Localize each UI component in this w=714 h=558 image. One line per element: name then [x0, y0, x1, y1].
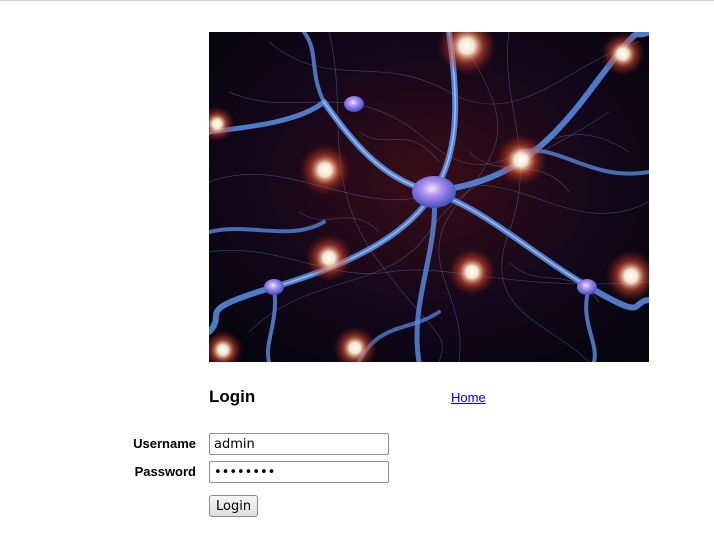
- login-heading: Login: [209, 387, 256, 406]
- neuron-network-image: [209, 32, 649, 362]
- home-link[interactable]: Home: [451, 390, 486, 405]
- password-field[interactable]: [209, 461, 389, 483]
- password-label: Password: [134, 464, 196, 479]
- username-field[interactable]: [209, 433, 389, 455]
- login-button[interactable]: Login: [209, 495, 259, 517]
- username-label: Username: [133, 436, 196, 451]
- top-divider: [0, 0, 714, 1]
